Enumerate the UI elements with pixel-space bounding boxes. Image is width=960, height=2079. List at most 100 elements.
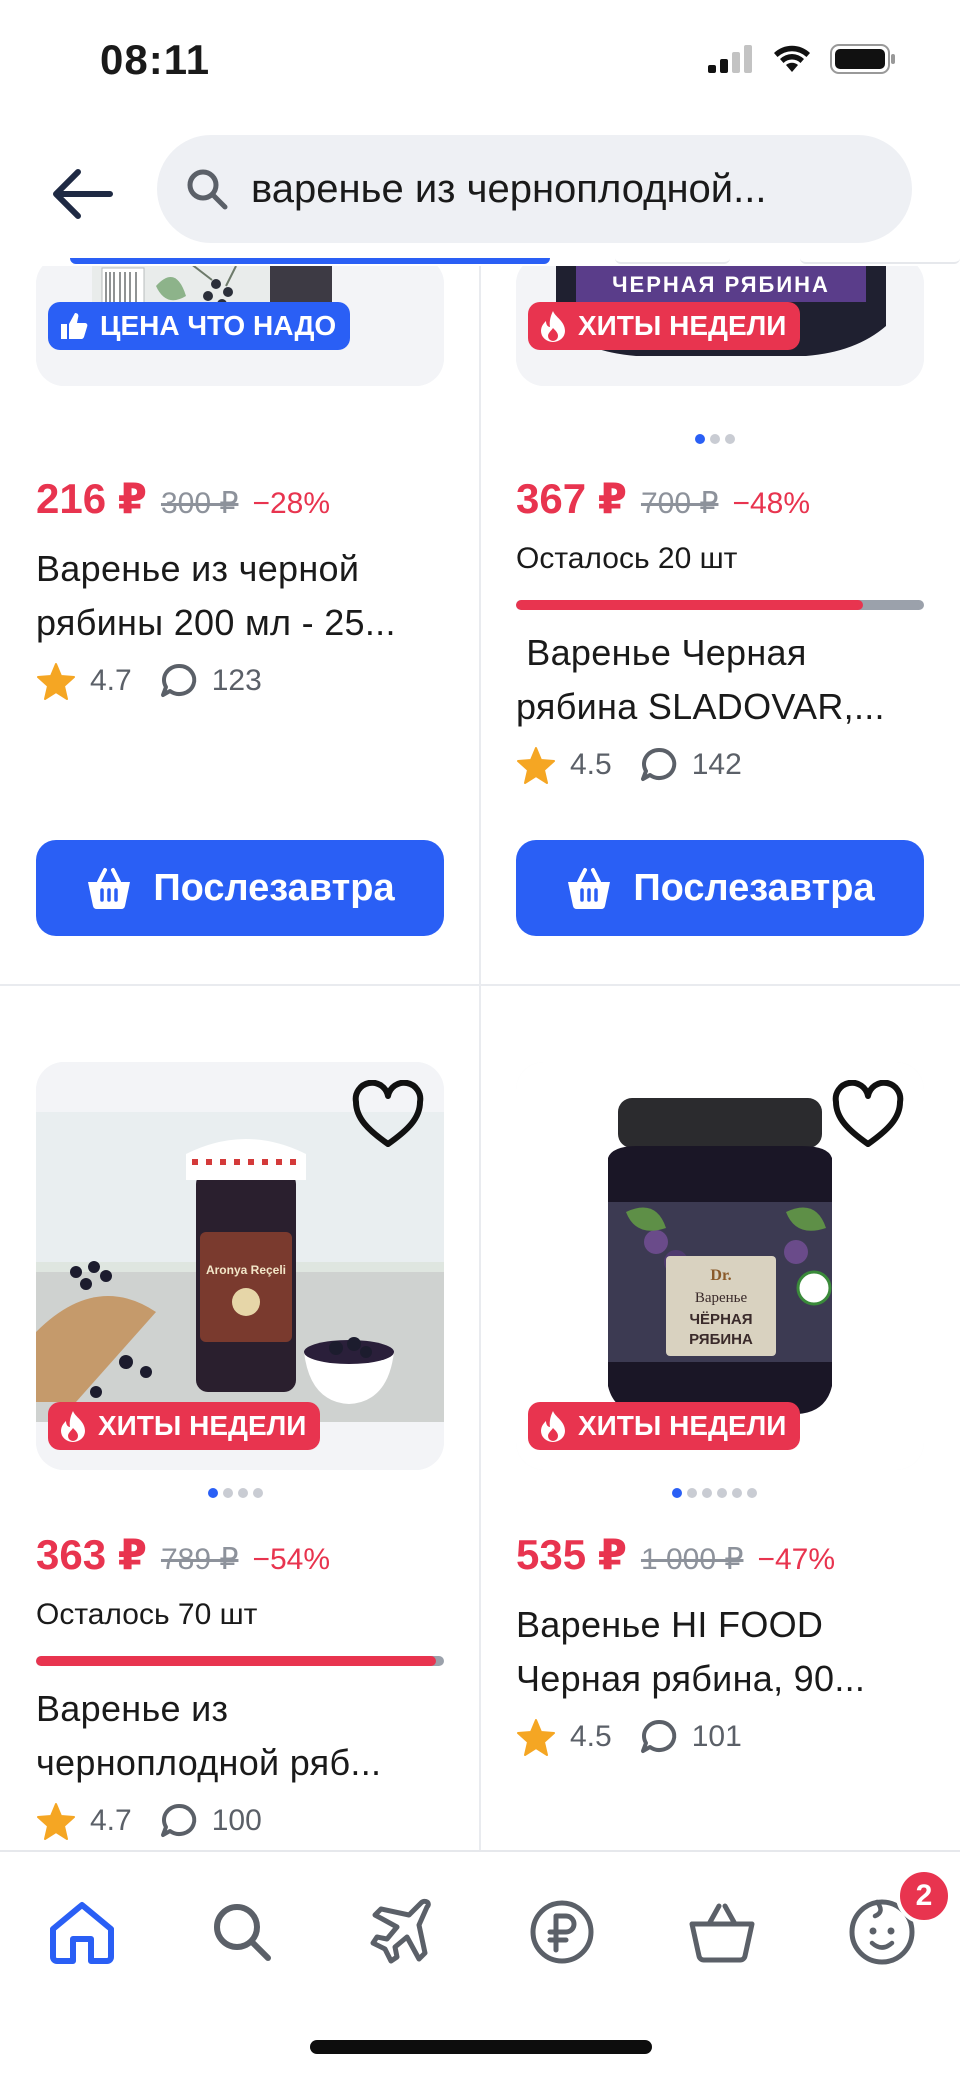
product-image[interactable]: Dr. Варенье ЧЁРНАЯ РЯБИНА ХИТЫ НЕДЕЛИ — [516, 1062, 924, 1470]
nav-travel[interactable] — [362, 1892, 442, 1972]
stock-progress-fill — [36, 1656, 436, 1666]
button-label: Послезавтра — [633, 866, 875, 909]
arrow-left-icon — [53, 169, 113, 219]
reviews-count: 101 — [691, 1720, 742, 1753]
plane-icon — [370, 1898, 431, 1964]
old-price: 1 000 ₽ — [640, 1543, 744, 1576]
search-header: варенье из черноплодной... — [0, 120, 960, 260]
product-title[interactable]: Варенье Черная рябина SLADOVAR,... — [516, 626, 936, 734]
basket-icon — [568, 868, 611, 910]
price-row: 367 ₽ 700 ₽ −48% — [516, 474, 810, 523]
jar-label: ЧЕРНАЯ РЯБИНА — [612, 272, 830, 297]
stock-progress-bar — [36, 1656, 444, 1666]
comment-icon — [640, 1719, 676, 1753]
discount: −48% — [732, 487, 811, 520]
basket-icon — [689, 1903, 755, 1963]
fire-icon — [61, 1411, 85, 1442]
title-line: рябины 200 мл - 25... — [36, 602, 396, 643]
product-title[interactable]: Варенье HI FOOD Черная рябина, 90... — [516, 1598, 936, 1706]
badge-label: ХИТЫ НЕДЕЛИ — [578, 310, 787, 341]
current-price: 216 ₽ — [36, 475, 147, 522]
status-time: 08:11 — [100, 36, 211, 83]
rating-value: 4.7 — [90, 664, 132, 697]
stock-left: Осталось 70 шт — [36, 1598, 258, 1631]
search-input[interactable]: варенье из черноплодной... — [157, 135, 912, 243]
search-query: варенье из черноплодной... — [251, 166, 767, 211]
filter-chip[interactable] — [70, 258, 550, 264]
product-card[interactable]: Aronya Reçeli ХИТЫ НЕДЕЛИ 363 ₽ 789 ₽ −5… — [0, 986, 480, 1850]
product-badge: ЦЕНА ЧТО НАДО — [48, 302, 351, 350]
home-indicator — [310, 2040, 652, 2054]
reviews-count: 100 — [211, 1804, 262, 1837]
product-title[interactable]: Варенье из черноплодной ряб... — [36, 1682, 456, 1790]
jar-label: Aronya Reçeli — [206, 1263, 286, 1277]
nav-search[interactable] — [202, 1892, 282, 1972]
product-card[interactable]: ЧЕРНАЯ РЯБИНА ХИТЫ НЕДЕЛИ 367 ₽ 700 ₽ −4… — [480, 266, 960, 984]
stock-left: Осталось 20 шт — [516, 542, 738, 575]
reviews-count: 123 — [211, 664, 262, 697]
image-pager-dots[interactable] — [695, 434, 735, 444]
wifi-icon — [774, 45, 810, 72]
add-to-cart-button[interactable]: Послезавтра — [36, 840, 444, 936]
reviews-count: 142 — [691, 748, 742, 781]
product-title[interactable]: Варенье из черной рябины 200 мл - 25... — [36, 542, 456, 650]
rating-reviews: 4.7 123 — [36, 662, 262, 700]
nav-cart[interactable] — [682, 1892, 762, 1972]
product-card[interactable]: Черная рябина ЦЕНА ЧТО НАДО 216 ₽ 300 ₽ … — [0, 266, 480, 984]
rating-reviews: 4.7 100 — [36, 1802, 262, 1840]
discount: −47% — [757, 1543, 836, 1576]
title-line: Черная рябина, 90... — [516, 1658, 866, 1699]
status-bar: 08:11 — [0, 0, 960, 120]
back-button[interactable] — [46, 158, 118, 230]
jar-label: ЧЁРНАЯ — [689, 1311, 752, 1328]
filter-chip[interactable] — [800, 258, 960, 264]
nav-home[interactable] — [42, 1892, 122, 1972]
title-line: рябина SLADOVAR,... — [516, 686, 885, 727]
battery-icon — [830, 44, 895, 74]
star-icon — [37, 1803, 75, 1840]
home-icon — [50, 1902, 114, 1964]
title-line: Варенье HI FOOD — [516, 1604, 824, 1645]
product-badge: ХИТЫ НЕДЕЛИ — [528, 302, 801, 350]
rating-value: 4.5 — [570, 748, 612, 781]
heart-icon[interactable] — [350, 1080, 426, 1150]
price-row: 535 ₽ 1 000 ₽ −47% — [516, 1530, 835, 1579]
filter-chip[interactable] — [615, 258, 730, 264]
stock-progress-bar — [516, 600, 924, 610]
stock-progress-fill — [516, 600, 863, 610]
product-badge: ХИТЫ НЕДЕЛИ — [48, 1402, 321, 1450]
title-line: черноплодной ряб... — [36, 1742, 382, 1783]
title-line: Варенье Черная — [516, 632, 807, 673]
heart-icon[interactable] — [830, 1080, 906, 1150]
add-to-cart-button[interactable]: Послезавтра — [516, 840, 924, 936]
product-image[interactable]: Черная рябина ЦЕНА ЧТО НАДО — [36, 266, 444, 386]
badge-label: ХИТЫ НЕДЕЛИ — [578, 1410, 787, 1441]
rating-value: 4.5 — [570, 1720, 612, 1753]
fire-icon — [541, 1411, 565, 1442]
discount: −28% — [252, 487, 331, 520]
badge-label: ХИТЫ НЕДЕЛИ — [98, 1410, 307, 1441]
thumbs-up-icon — [61, 313, 88, 339]
current-price: 363 ₽ — [36, 1531, 147, 1578]
product-image[interactable]: Aronya Reçeli ХИТЫ НЕДЕЛИ — [36, 1062, 444, 1470]
comment-icon — [160, 663, 196, 697]
comment-icon — [160, 1803, 196, 1837]
search-icon — [214, 1904, 271, 1961]
old-price: 300 ₽ — [160, 487, 239, 520]
button-label: Послезавтра — [153, 866, 395, 909]
discount: −54% — [252, 1543, 331, 1576]
image-pager-dots[interactable] — [208, 1488, 263, 1498]
image-pager-dots[interactable] — [672, 1488, 757, 1498]
nav-finance[interactable] — [522, 1892, 602, 1972]
filter-chips-strip[interactable] — [0, 258, 960, 266]
product-card[interactable]: Dr. Варенье ЧЁРНАЯ РЯБИНА ХИТЫ НЕДЕЛИ 53… — [480, 986, 960, 1850]
jar-label: Варенье — [695, 1290, 748, 1306]
basket-icon — [88, 868, 131, 910]
product-grid: Черная рябина ЦЕНА ЧТО НАДО 216 ₽ 300 ₽ … — [0, 266, 960, 1850]
star-icon — [517, 1719, 555, 1756]
current-price: 535 ₽ — [516, 1531, 627, 1578]
title-line: Варенье из — [36, 1688, 229, 1729]
title-line: Варенье из черной — [36, 548, 360, 589]
product-image[interactable]: ЧЕРНАЯ РЯБИНА ХИТЫ НЕДЕЛИ — [516, 266, 924, 386]
comment-icon — [640, 747, 676, 781]
